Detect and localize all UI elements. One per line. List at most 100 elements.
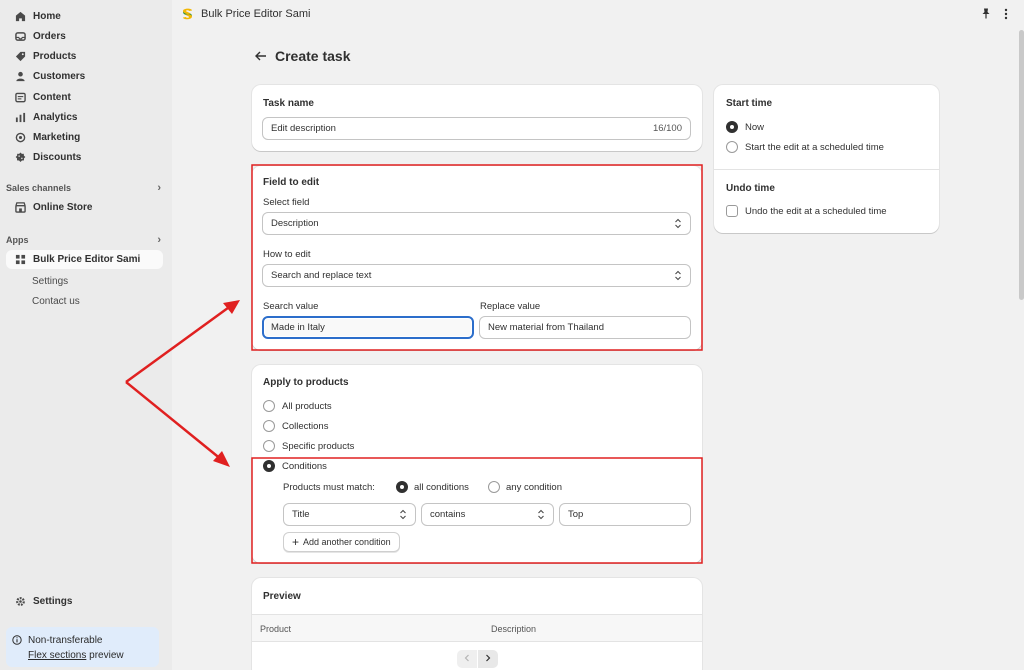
back-arrow-icon[interactable] (254, 49, 268, 63)
radio-start-scheduled[interactable] (726, 141, 738, 153)
task-name-card: Task name Edit description 16/100 (252, 85, 702, 151)
char-count: 16/100 (652, 123, 682, 134)
start-time-title: Start time (726, 98, 773, 109)
task-name-title: Task name (263, 98, 314, 109)
nav-label: Analytics (33, 112, 78, 123)
undo-scheduled-checkbox[interactable] (726, 205, 738, 217)
radio-start-now[interactable] (726, 121, 738, 133)
nav-discounts[interactable]: Discounts (6, 148, 163, 167)
condition-operator-value: contains (430, 509, 466, 520)
match-label: Products must match: (283, 482, 375, 493)
app-logo-icon (181, 7, 194, 21)
page-header: Create task (254, 48, 351, 64)
condition-value-text: Top (568, 509, 584, 520)
select-field-label: Select field (263, 197, 310, 208)
nav-app-settings[interactable]: Settings (32, 276, 68, 287)
nav-label: Content (33, 92, 71, 103)
replace-value-label: Replace value (480, 301, 541, 312)
flex-sections-link[interactable]: Flex sections (28, 650, 86, 661)
nav-products[interactable]: Products (6, 47, 163, 66)
nav-orders[interactable]: Orders (6, 27, 163, 46)
prev-page-button[interactable] (457, 650, 477, 668)
chevron-right-icon: › (157, 234, 161, 246)
nav-app-bulk-price-editor[interactable]: Bulk Price Editor Sami (6, 250, 163, 269)
nav-label: Customers (33, 71, 86, 82)
radio-collections[interactable] (263, 420, 275, 432)
app-topbar: Bulk Price Editor Sami (172, 0, 1024, 30)
nav-app-contact[interactable]: Contact us (32, 296, 80, 307)
radio-specific-products[interactable] (263, 440, 275, 452)
task-name-input[interactable]: Edit description 16/100 (262, 117, 691, 140)
search-value-input[interactable]: Made in Italy (262, 316, 474, 339)
task-name-value: Edit description (271, 123, 336, 134)
notice-text: Flex sections preview (28, 648, 153, 663)
app-icon (14, 254, 26, 266)
search-value-label: Search value (263, 301, 319, 312)
undo-scheduled-label: Undo the edit at a scheduled time (745, 206, 887, 217)
replace-value-input[interactable]: New material from Thailand (479, 316, 691, 339)
undo-time-title: Undo time (726, 183, 775, 194)
chart-icon (14, 112, 26, 124)
how-to-edit-dropdown[interactable]: Search and replace text (262, 264, 691, 287)
nav-label: Marketing (33, 132, 81, 143)
main-area: Bulk Price Editor Sami Create task Task … (172, 0, 1024, 670)
add-condition-button[interactable]: + Add another condition (283, 532, 400, 552)
radio-conditions[interactable] (263, 460, 275, 472)
option-label: Conditions (282, 461, 327, 472)
nav-settings[interactable]: Settings (6, 592, 163, 611)
nav-customers[interactable]: Customers (6, 67, 163, 86)
pin-icon[interactable] (981, 8, 991, 22)
how-to-edit-value: Search and replace text (271, 270, 372, 281)
content-icon (14, 92, 26, 104)
condition-operator-dropdown[interactable]: contains (421, 503, 554, 526)
apply-to-products-card: Apply to products All products Collectio… (252, 365, 702, 563)
target-icon (14, 132, 26, 144)
sidebar: Home Orders Products Customers Content A… (0, 0, 172, 670)
notice-title: Non-transferable (28, 635, 103, 646)
nav-marketing[interactable]: Marketing (6, 128, 163, 147)
option-label: Collections (282, 421, 329, 432)
select-arrows-icon (674, 270, 682, 284)
scrollbar[interactable] (1019, 30, 1024, 300)
nav-label: Online Store (33, 202, 93, 213)
more-icon[interactable] (1004, 8, 1008, 23)
nav-online-store[interactable]: Online Store (6, 198, 163, 217)
condition-field-dropdown[interactable]: Title (283, 503, 416, 526)
chevron-left-icon (464, 654, 470, 665)
condition-field-value: Title (292, 509, 310, 520)
select-arrows-icon (399, 509, 407, 523)
select-field-value: Description (271, 218, 319, 229)
radio-match-all[interactable] (396, 481, 408, 493)
replace-value-text: New material from Thailand (488, 322, 604, 333)
apps-header[interactable]: Apps › (6, 234, 163, 246)
plus-icon: + (292, 535, 300, 549)
nav-home[interactable]: Home (6, 7, 163, 26)
condition-value-input[interactable]: Top (559, 503, 691, 526)
nav-analytics[interactable]: Analytics (6, 108, 163, 127)
column-product: Product (260, 624, 292, 634)
nav-label: Products (33, 51, 77, 62)
next-page-button[interactable] (478, 650, 498, 668)
nav-label: Settings (33, 596, 73, 607)
divider (714, 169, 939, 170)
timing-card: Start time Now Start the edit at a sched… (714, 85, 939, 233)
chevron-right-icon (485, 654, 491, 665)
radio-match-any[interactable] (488, 481, 500, 493)
chevron-right-icon: › (157, 182, 161, 194)
preview-card: Preview Product Description (252, 578, 702, 670)
nav-label: Orders (33, 31, 66, 42)
notice-suffix: preview (86, 650, 124, 661)
field-to-edit-title: Field to edit (263, 177, 320, 188)
select-field-dropdown[interactable]: Description (262, 212, 691, 235)
non-transferable-notice: Non-transferable Flex sections preview (6, 627, 159, 667)
apps-label: Apps (6, 235, 29, 245)
sales-channels-header[interactable]: Sales channels › (6, 182, 163, 194)
nav-label: Home (33, 11, 61, 22)
start-scheduled-label: Start the edit at a scheduled time (745, 142, 884, 153)
apply-title: Apply to products (263, 377, 349, 388)
select-arrows-icon (674, 218, 682, 232)
gear-icon (14, 596, 26, 608)
select-arrows-icon (537, 509, 545, 523)
nav-content[interactable]: Content (6, 88, 163, 107)
radio-all-products[interactable] (263, 400, 275, 412)
